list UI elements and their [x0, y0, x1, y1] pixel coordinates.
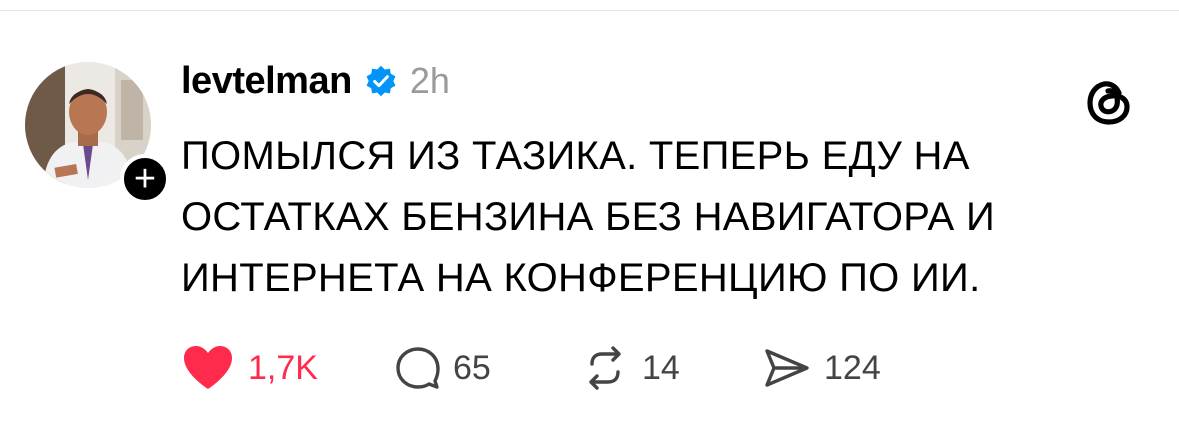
- post-text-line: ПОМЫЛСЯ ИЗ ТАЗИКА. ТЕПЕРЬ ЕДУ НА: [181, 134, 970, 178]
- repost-button[interactable]: 14: [580, 343, 680, 393]
- top-divider: [0, 10, 1179, 11]
- post-timestamp: 2h: [409, 60, 450, 101]
- share-count: 124: [824, 348, 881, 387]
- like-button[interactable]: 1,7K: [180, 343, 318, 393]
- reply-button[interactable]: 65: [395, 343, 491, 393]
- verified-badge-icon: [366, 65, 396, 97]
- follow-plus-button[interactable]: +: [120, 154, 170, 204]
- threads-logo-icon[interactable]: [1083, 76, 1135, 128]
- post-text-line: ИНТЕРНЕТА НА КОНФЕРЕНЦИЮ ПО ИИ.: [181, 256, 981, 300]
- heart-icon: [184, 346, 232, 389]
- share-button[interactable]: 124: [762, 343, 881, 393]
- reply-count: 65: [453, 348, 491, 387]
- avatar-container[interactable]: +: [25, 62, 170, 204]
- speech-bubble-icon: [396, 347, 440, 389]
- repost-count: 14: [642, 348, 680, 387]
- post-text-line: ОСТАТКАХ БЕНЗИНА БЕЗ НАВИГАТОРА И: [181, 195, 996, 239]
- username[interactable]: levtelman: [181, 60, 352, 103]
- like-count: 1,7K: [248, 348, 318, 387]
- post-header: levtelman 2h: [181, 58, 450, 104]
- repost-arrows-icon: [589, 346, 621, 390]
- send-arrow-icon: [765, 349, 809, 387]
- post-body: ПОМЫЛСЯ ИЗ ТАЗИКА. ТЕПЕРЬ ЕДУ НА ОСТАТКА…: [181, 126, 1131, 309]
